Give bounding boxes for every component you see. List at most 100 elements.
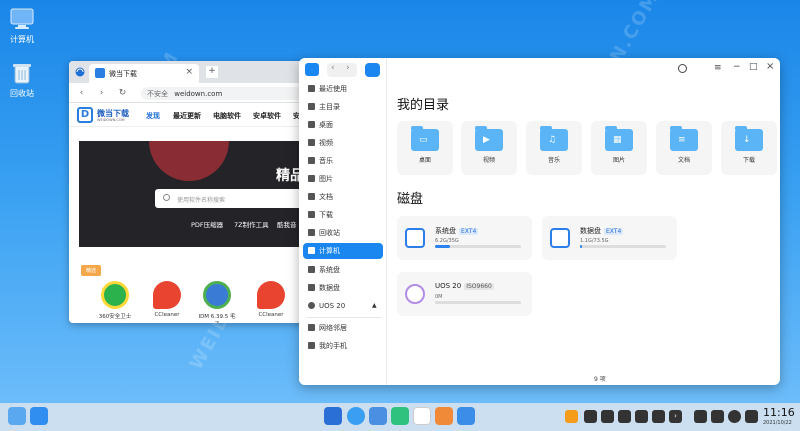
forward-arrow-icon[interactable]: ›	[346, 63, 350, 73]
sidebar-item-trash[interactable]: 回收站	[303, 225, 383, 241]
clock-time[interactable]: 11:16	[763, 406, 795, 419]
power-icon[interactable]	[711, 410, 724, 423]
browser-tab[interactable]: 微当下载 ×	[89, 64, 199, 83]
show-desktop-icon[interactable]	[30, 407, 48, 425]
sidebar-item-phone[interactable]: 我的手机	[303, 338, 383, 354]
address-field[interactable]: 不安全 weidown.com	[141, 87, 306, 100]
maximize-button[interactable]: □	[749, 62, 758, 72]
app-store-icon[interactable]	[435, 407, 453, 425]
featured-apps: 精选 360安全卫士 CCleaner IDM 6.39.5 毛子 CClean…	[69, 261, 310, 323]
disk-usage-bar	[435, 301, 521, 304]
usb-icon[interactable]	[584, 410, 597, 423]
fs-badge: EXT4	[604, 228, 624, 235]
file-manager-taskbar-icon[interactable]	[324, 407, 342, 425]
browser-url-bar: ‹ › ↻ 不安全 weidown.com	[69, 83, 310, 103]
sidebar-item-uos20[interactable]: UOS 20 ▲	[303, 298, 383, 314]
eject-icon[interactable]: ▲	[372, 298, 377, 314]
sidebar-item-system-disk[interactable]: 系统盘	[303, 262, 383, 278]
banner[interactable]: 精品 使用软件名称搜索 PDF压缩器 7Z制作工具 酷我音	[79, 141, 310, 247]
site-logo-icon: D	[77, 107, 93, 123]
browser-taskbar-icon[interactable]	[347, 407, 365, 425]
disk-data[interactable]: 数据盘 EXT4 1.1G/73.5G	[542, 216, 677, 260]
back-arrow-icon[interactable]: ‹	[331, 63, 335, 73]
sidebar-item-music[interactable]: 音乐	[303, 153, 383, 169]
sidebar-item-downloads[interactable]: 下载	[303, 207, 383, 223]
clipboard-icon[interactable]	[652, 410, 665, 423]
disk-uos20[interactable]: UOS 20 ISO9660 0M	[397, 272, 532, 316]
image-viewer-icon[interactable]	[369, 407, 387, 425]
sidebar-item-computer[interactable]: 计算机	[303, 243, 383, 259]
reload-icon[interactable]: ↻	[116, 87, 129, 100]
trash-tray-icon[interactable]	[745, 410, 758, 423]
disk-system[interactable]: 系统盘 EXT4 6.2G/35G	[397, 216, 532, 260]
volume-icon[interactable]	[618, 410, 631, 423]
sidebar-item-documents[interactable]: 文档	[303, 189, 383, 205]
user-icon[interactable]	[728, 410, 741, 423]
sidebar-item-home[interactable]: 主目录	[303, 99, 383, 115]
forward-arrow-icon[interactable]: ›	[95, 87, 108, 100]
app-item[interactable]: CCleaner	[147, 281, 187, 318]
site-favicon-icon	[95, 68, 105, 78]
close-button[interactable]: ×	[766, 61, 774, 72]
hot-link[interactable]: 酷我音	[277, 219, 297, 229]
network-icon	[308, 324, 315, 331]
hot-link[interactable]: 7Z制作工具	[234, 219, 269, 229]
disk-size: 0M	[435, 294, 443, 300]
folder-music[interactable]: ♫ 音乐	[526, 121, 582, 175]
picture-icon	[308, 175, 315, 182]
folder-desktop[interactable]: ▭ 桌面	[397, 121, 453, 175]
hot-link[interactable]: PDF压缩器	[191, 219, 223, 229]
expand-arrow-icon[interactable]: ›	[669, 410, 682, 423]
site-header: D 微当下载 WEIDOWN.COM 发现 最近更新 电脑软件 安卓软件 安	[69, 103, 310, 127]
disks-title: 磁盘	[397, 192, 424, 207]
folder-documents[interactable]: ≡ 文档	[656, 121, 712, 175]
desktop-icon-trash[interactable]: 回收站	[0, 62, 44, 99]
nav-pc-software[interactable]: 电脑软件	[213, 111, 241, 121]
keyboard-icon[interactable]	[635, 410, 648, 423]
desktop-icon-label: 回收站	[10, 89, 34, 98]
launcher-icon[interactable]	[8, 407, 26, 425]
browser-logo-icon	[75, 67, 85, 77]
new-tab-button[interactable]: +	[206, 66, 218, 78]
music-player-icon[interactable]	[391, 407, 409, 425]
app-item[interactable]: 360安全卫士	[95, 281, 135, 320]
tab-close-icon[interactable]: ×	[185, 67, 193, 77]
sidebar-item-videos[interactable]: 视频	[303, 135, 383, 151]
folder-pictures[interactable]: ▦ 图片	[591, 121, 647, 175]
ccleaner-icon	[257, 281, 285, 309]
app-item[interactable]: IDM 6.39.5 毛子	[197, 281, 237, 323]
calendar-icon[interactable]	[413, 407, 431, 425]
notification-icon[interactable]	[694, 410, 707, 423]
desktop-icon	[308, 121, 315, 128]
sidebar-item-network[interactable]: 网络邻居	[303, 320, 383, 336]
disk-usage-bar	[435, 245, 521, 248]
minimize-button[interactable]: −	[733, 62, 741, 72]
download-icon	[308, 211, 315, 218]
file-manager-logo-icon	[305, 63, 319, 76]
tab-title: 微当下载	[109, 70, 137, 78]
download-folder-icon: ↓	[735, 126, 763, 151]
360-safe-icon	[101, 281, 129, 309]
desktop-icon-computer[interactable]: 计算机	[0, 8, 44, 45]
folder-downloads[interactable]: ↓ 下载	[721, 121, 777, 175]
disk-name: UOS 20	[435, 282, 462, 290]
search-icon[interactable]	[678, 64, 687, 73]
back-arrow-icon[interactable]: ‹	[75, 87, 88, 100]
disk-usage-bar	[580, 245, 666, 248]
nav-latest[interactable]: 最近更新	[173, 111, 201, 121]
site-search-input[interactable]: 使用软件名称搜索	[155, 189, 310, 208]
settings-icon[interactable]	[457, 407, 475, 425]
sidebar-item-desktop[interactable]: 桌面	[303, 117, 383, 133]
menu-icon[interactable]: ≡	[714, 63, 722, 73]
folder-videos[interactable]: ▶ 视频	[461, 121, 517, 175]
nav-android-software[interactable]: 安卓软件	[253, 111, 281, 121]
sidebar-item-recent[interactable]: 最近使用	[303, 81, 383, 97]
network-tray-icon[interactable]	[601, 410, 614, 423]
tray-app-icon[interactable]	[565, 410, 578, 423]
nav-discover[interactable]: 发现	[146, 111, 160, 121]
app-item[interactable]: CCleaner	[251, 281, 291, 318]
sidebar-item-data-disk[interactable]: 数据盘	[303, 280, 383, 296]
sidebar-item-pictures[interactable]: 图片	[303, 171, 383, 187]
disk-name: 系统盘	[435, 227, 456, 235]
computer-breadcrumb-icon[interactable]	[365, 63, 380, 77]
